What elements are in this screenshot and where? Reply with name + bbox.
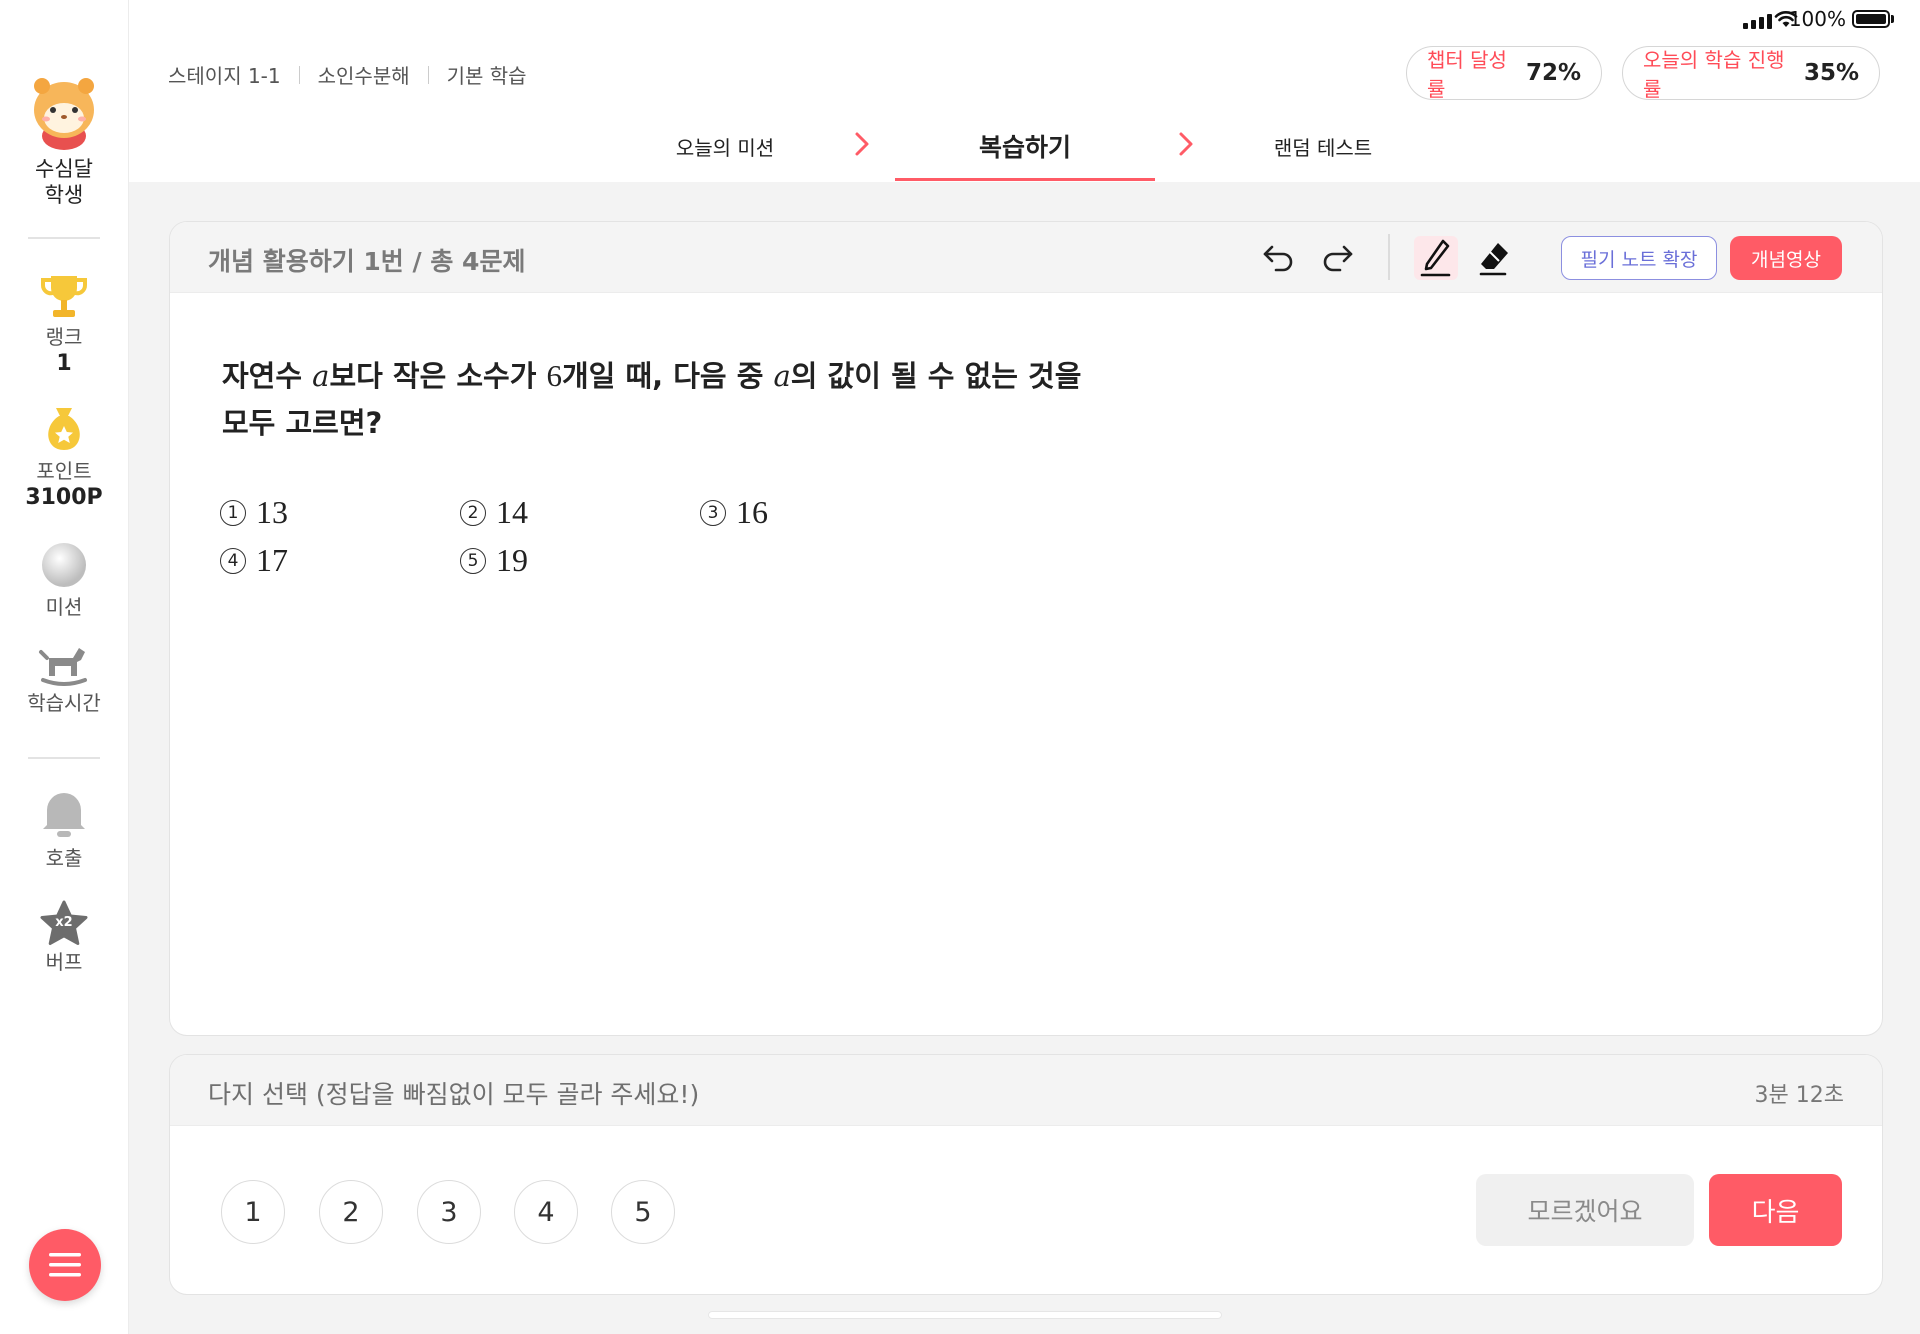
chevron-right-icon [1179,132,1193,156]
trophy-icon [41,276,87,317]
user-role: 학생 [44,183,84,207]
status-bar: 100% [1520,0,1920,40]
menu-button[interactable] [29,1229,101,1301]
choice-item: 1 13 [220,494,288,531]
call-label: 호출 [45,846,83,870]
today-progress-label: 오늘의 학습 진행률 [1643,48,1785,101]
bell-icon [43,793,85,837]
money-bag-icon [48,408,80,450]
concept-video-button[interactable]: 개념영상 [1730,236,1842,280]
answer-option-5[interactable]: 5 [611,1180,675,1244]
pen-icon [1420,239,1451,277]
redo-icon [1323,245,1353,272]
breadcrumb-unit[interactable]: 소인수분해 [318,60,410,89]
home-indicator [708,1311,1222,1319]
study-time-label: 학습시간 [27,691,101,715]
answer-option-4[interactable]: 4 [514,1180,578,1244]
today-progress-badge: 오늘의 학습 진행률 35% [1622,46,1880,101]
breadcrumb-lesson[interactable]: 기본 학습 [447,60,527,89]
answer-option-2[interactable]: 2 [319,1180,383,1244]
tab-review[interactable]: 복습하기 [925,128,1125,164]
points-value: 3100P [25,485,103,510]
hamburger-icon [49,1253,81,1277]
problem-title: 개념 활용하기 1번 / 총 4문제 [208,247,526,276]
answer-instruction: 다지 선택 (정답을 빠짐없이 모두 골라 주세요!) [208,1080,700,1109]
sidebar-item-call[interactable]: 호출 [0,789,128,871]
buff-badge: x2 [55,915,73,930]
active-tab-indicator [895,178,1155,181]
sidebar-item-points[interactable]: 포인트 3100P [0,404,128,512]
sidebar-item-rank[interactable]: 랭크 1 [0,272,128,378]
timer: 3분 12초 [1754,1083,1844,1108]
signal-icon [1743,14,1772,29]
choice-item: 3 16 [700,494,768,531]
chevron-right-icon [855,132,869,156]
mission-orb-icon [42,543,86,587]
step-tabs: 오늘의 미션 복습하기 랜덤 테스트 [0,120,1920,182]
dont-know-button[interactable]: 모르겠어요 [1476,1174,1694,1246]
breadcrumb-stage[interactable]: 스테이지 1-1 [168,60,281,89]
undo-icon [1263,245,1293,272]
problem-header: 개념 활용하기 1번 / 총 4문제 필기 노트 확장 개념영상 [170,222,1882,293]
battery-icon [1852,10,1890,28]
answer-header: 다지 선택 (정답을 빠짐없이 모두 골라 주세요!) 3분 12초 [170,1055,1882,1126]
breadcrumb: 스테이지 1-1 소인수분해 기본 학습 [168,60,527,89]
chapter-progress-value: 72% [1525,60,1581,86]
sidebar-item-study-time[interactable]: 학습시간 [0,640,128,716]
sidebar-item-buff[interactable]: x2 버프 [0,899,128,975]
next-button[interactable]: 다음 [1709,1174,1842,1246]
today-progress-value: 35% [1803,60,1859,86]
tab-random-test[interactable]: 랜덤 테스트 [1248,132,1398,161]
sidebar: 수심달 학생 랭크 1 포인트 3100P 미션 학습시간 호출 x2 버프 [0,0,129,1334]
choice-item: 5 19 [460,542,528,579]
mission-label: 미션 [45,595,83,619]
rank-label: 랭크 [45,325,83,349]
choice-item: 4 17 [220,542,288,579]
rocking-horse-icon [39,648,87,686]
sidebar-divider [28,757,100,759]
chapter-progress-badge: 챕터 달성률 72% [1406,46,1602,101]
points-label: 포인트 [36,459,92,483]
redo-button[interactable] [1315,236,1359,280]
rank-value: 1 [56,351,72,376]
answer-option-3[interactable]: 3 [417,1180,481,1244]
answer-option-1[interactable]: 1 [221,1180,285,1244]
eraser-icon [1479,243,1508,276]
eraser-tool-button[interactable] [1472,236,1516,280]
question-line-1: 자연수 a보다 작은 소수가 6개일 때, 다음 중 a의 값이 될 수 없는 … [222,358,1082,393]
sidebar-item-mission[interactable]: 미션 [0,540,128,620]
expand-notes-button[interactable]: 필기 노트 확장 [1561,236,1717,280]
buff-star-icon: x2 [39,899,89,949]
answer-card: 다지 선택 (정답을 빠짐없이 모두 골라 주세요!) 3분 12초 1 2 3… [169,1054,1883,1295]
buff-label: 버프 [45,950,83,974]
pen-tool-button[interactable] [1414,236,1458,280]
sidebar-divider [28,237,100,239]
chapter-progress-label: 챕터 달성률 [1427,48,1507,101]
battery-percent: 100% [1788,7,1846,31]
undo-button[interactable] [1257,236,1301,280]
problem-card: 개념 활용하기 1번 / 총 4문제 필기 노트 확장 개념영상 자연수 a보다… [169,221,1883,1036]
question-line-2: 모두 고르면? [222,406,383,440]
tab-today-mission[interactable]: 오늘의 미션 [650,132,800,161]
choice-item: 2 14 [460,494,528,531]
question-text: 자연수 a보다 작은 소수가 6개일 때, 다음 중 a의 값이 될 수 없는 … [222,352,1081,447]
